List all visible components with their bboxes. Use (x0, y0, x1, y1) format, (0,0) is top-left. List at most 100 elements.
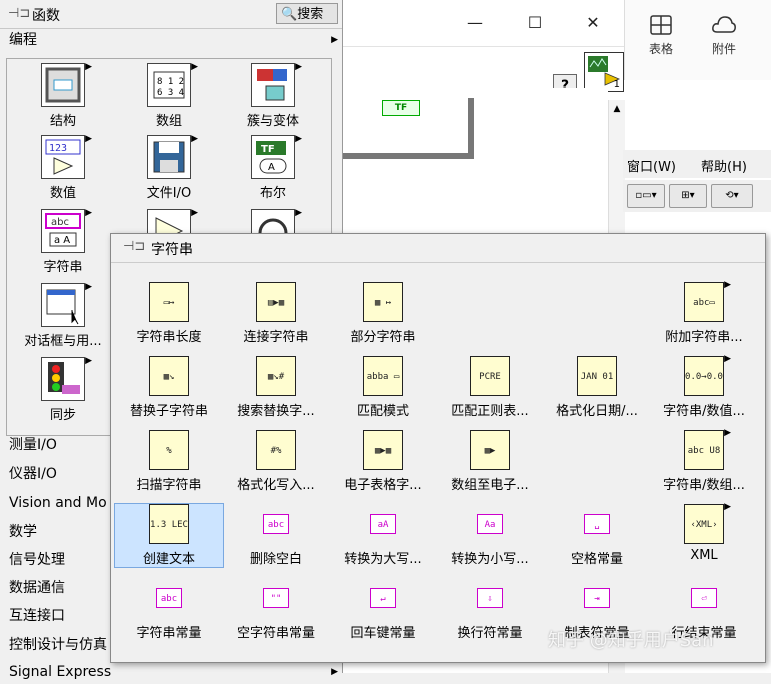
string-function-item[interactable]: JAN 01 格式化日期/... (543, 356, 651, 419)
string-function-item[interactable]: abc U8 ▶ 字符串/数组... (650, 428, 758, 493)
menu-bar: 窗口(W) 帮助(H) (623, 150, 771, 178)
icon-glyph: 0.0→0.0 (685, 372, 723, 382)
string-function-item[interactable]: abba ▭ 匹配模式 (329, 356, 437, 419)
subpalette-titlebar: ⊣⊐ 字符串 (111, 234, 765, 263)
category-signal-express[interactable]: Signal Express ▶ (0, 660, 342, 684)
palette-item-boolean[interactable]: TF A ▶ 布尔 (223, 134, 323, 201)
string-function-icon: ␣ (584, 514, 610, 534)
string-function-item[interactable]: ▦▶ 数组至电子... (436, 430, 544, 493)
string-function-item[interactable]: ▦ ↦ 部分字符串 (329, 282, 437, 345)
palette-item-numeric[interactable]: 123 ▶ 数值 (13, 134, 113, 201)
search-button[interactable]: 🔍搜索 (276, 3, 338, 24)
string-function-item[interactable]: ▤▶▦ 连接字符串 (222, 282, 330, 345)
string-function-label: 删除空白 (249, 552, 302, 567)
icon-glyph: ▦↘ (163, 372, 175, 382)
palette-item-array[interactable]: 8 1 26 3 4 ▶ 数组 (119, 62, 219, 129)
palette-item-synchronization[interactable]: ▶ 同步 (13, 356, 113, 423)
palette-item-cluster[interactable]: ▶ 簇与变体 (223, 62, 323, 129)
reorder-button[interactable]: ⟲▾ (711, 184, 753, 208)
category-label: Vision and Mo (9, 495, 107, 511)
scroll-up-icon: ▲ (613, 104, 621, 114)
palette-item-dialog[interactable]: ▶ 对话框与用... (13, 282, 113, 349)
string-function-label: 字符串长度 (136, 330, 202, 345)
category-label: 仪器I/O (9, 466, 57, 482)
string-function-label: 字符串/数组... (663, 478, 745, 493)
icon-glyph: aA (377, 520, 389, 530)
string-function-item[interactable]: abc▭ ▶ 附加字符串... (650, 280, 758, 345)
icon-glyph: abc▭ (693, 298, 715, 308)
string-function-icon: abc (263, 514, 289, 534)
close-button[interactable]: ✕ (578, 10, 608, 36)
minimize-button[interactable]: — (460, 10, 490, 36)
icon-glyph: ‹XML› (690, 520, 718, 530)
string-function-label: 匹配正则表... (451, 404, 529, 419)
vi-icon[interactable]: 1 (584, 52, 624, 92)
string-function-icon: ▦↘ (149, 356, 189, 396)
distribute-objects-button[interactable]: ⊞▾ (669, 184, 707, 208)
palette-item-file-io[interactable]: ▶ 文件I/O (119, 134, 219, 201)
icon-glyph: ▦ ↦ (374, 298, 392, 308)
string-function-item[interactable]: % 扫描字符串 (115, 430, 223, 493)
string-function-item[interactable]: 0.0→0.0 ▶ 字符串/数值... (650, 354, 758, 419)
string-function-icon: "" (263, 588, 289, 608)
palette-item-label: 同步 (49, 408, 76, 423)
icon-glyph: ▦▶▦ (374, 446, 392, 456)
string-function-item[interactable]: ▦▶▦ 电子表格字... (329, 430, 437, 493)
pin-icon[interactable]: ⊣⊐ (123, 239, 145, 254)
align-objects-button[interactable]: ▫▭▾ (627, 184, 665, 208)
string-function-label: 搜索替换字... (237, 404, 315, 419)
maximize-button[interactable]: ☐ (520, 10, 550, 36)
string-function-item[interactable]: ↵ 回车键常量 (329, 578, 437, 641)
palette-item-label: 结构 (49, 114, 76, 129)
svg-text:TF: TF (261, 144, 275, 155)
string-function-icon: ‹XML› ▶ (684, 502, 731, 544)
icon-glyph: ⇩ (487, 594, 493, 604)
string-function-icon: ↵ (370, 588, 396, 608)
category-programming[interactable]: 编程 ▶ (0, 28, 342, 52)
category-label: 测量I/O (9, 437, 57, 453)
attachment-button[interactable]: 附件 (699, 14, 749, 57)
palette-item-structures[interactable]: ▶ 结构 (13, 62, 113, 129)
search-icon: 🔍 (281, 7, 298, 22)
string-function-item[interactable]: ⇩ 换行符常量 (436, 578, 544, 641)
palette-item-label: 字符串 (43, 260, 83, 275)
string-function-item[interactable]: ‹XML› ▶ XML (650, 502, 758, 563)
cloud-icon (712, 16, 736, 33)
category-label: 信号处理 (9, 552, 65, 568)
pin-icon[interactable]: ⊣⊐ (8, 6, 30, 21)
svg-text:8 1 2: 8 1 2 (157, 77, 184, 87)
string-function-icon: #% (256, 430, 296, 470)
string-function-item[interactable]: PCRE 匹配正则表... (436, 356, 544, 419)
string-function-item[interactable]: ▦↘# 搜索替换字... (222, 356, 330, 419)
string-function-label: 扫描字符串 (136, 478, 202, 493)
string-function-item[interactable]: abc 字符串常量 (115, 578, 223, 641)
string-function-item[interactable]: 1.3 LEC 创建文本 (114, 503, 224, 568)
string-function-item[interactable]: aA 转换为大写... (329, 504, 437, 567)
string-function-label: 附加字符串... (665, 330, 743, 345)
icon-glyph: JAN 01 (580, 372, 614, 382)
string-function-icon: % (149, 430, 189, 470)
boolean-constant[interactable]: TF (382, 100, 420, 116)
string-function-item[interactable]: ▭↦ 字符串长度 (115, 282, 223, 345)
palette-item-string[interactable]: abc a A ▶ 字符串 (13, 208, 113, 275)
string-function-label: 连接字符串 (243, 330, 309, 345)
string-function-icon: ▦▶▦ (363, 430, 403, 470)
floppy-disk-icon: ▶ (147, 134, 198, 179)
string-function-item[interactable]: Aa 转换为小写... (436, 504, 544, 567)
table-button[interactable]: 表格 (636, 14, 686, 57)
string-function-icon: abc▭ ▶ (684, 280, 731, 322)
string-function-item[interactable]: "" 空字符串常量 (222, 578, 330, 641)
string-function-icon: ⇩ (477, 588, 503, 608)
string-function-item[interactable]: ▦↘ 替换子字符串 (115, 356, 223, 419)
string-function-item[interactable]: #% 格式化写入... (222, 430, 330, 493)
string-function-icon: PCRE (470, 356, 510, 396)
icon-glyph: ⇥ (594, 594, 600, 604)
menu-help[interactable]: 帮助(H) (701, 156, 747, 175)
string-function-item[interactable]: abc 删除空白 (222, 504, 330, 567)
category-label: 数据通信 (9, 580, 65, 596)
icon-glyph: ↵ (380, 594, 386, 604)
string-function-item[interactable]: ␣ 空格常量 (543, 504, 651, 567)
icon-glyph: ▭↦ (163, 298, 175, 308)
svg-text:6 3 4: 6 3 4 (157, 88, 184, 98)
menu-window[interactable]: 窗口(W) (627, 156, 676, 175)
